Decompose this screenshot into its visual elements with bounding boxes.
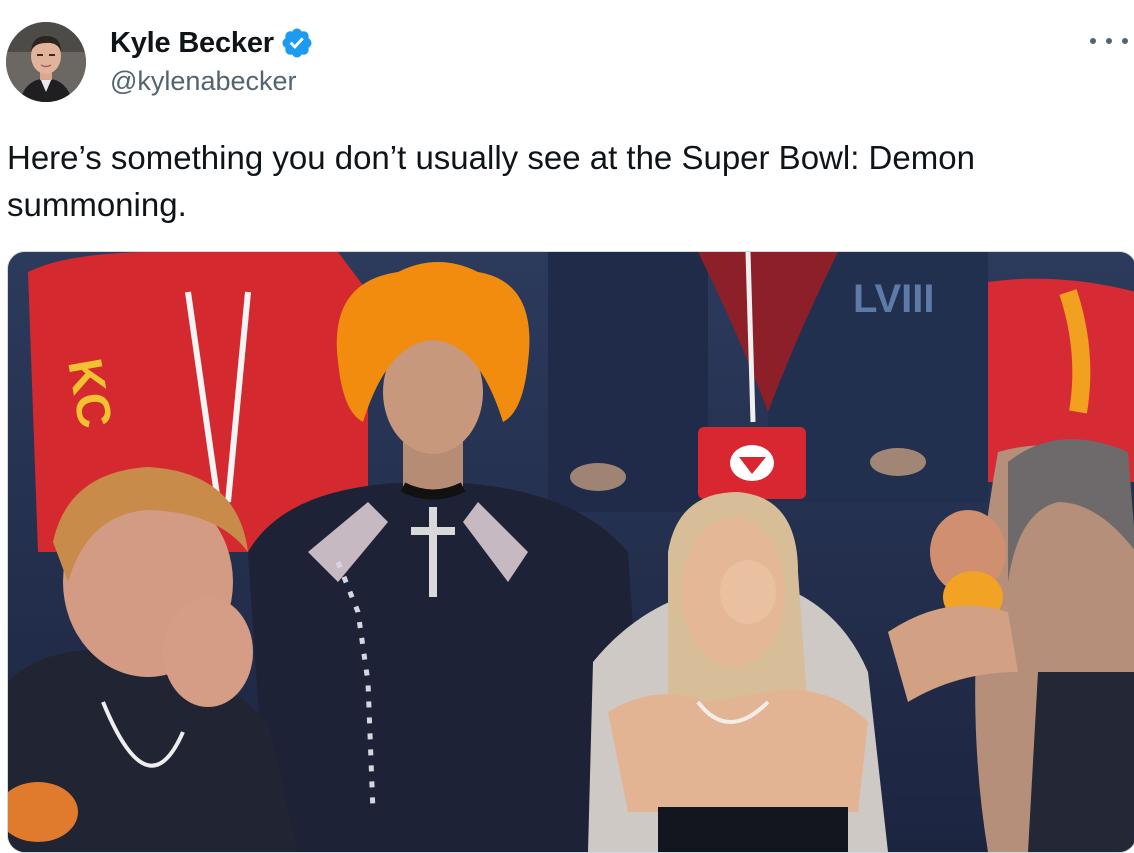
author-name-row: Kyle Becker [110,24,314,62]
more-options-button[interactable] [1090,26,1128,56]
more-horizontal-icon [1122,38,1128,44]
tweet-text: Here’s something you don’t usually see a… [7,139,985,223]
user-avatar-icon [6,22,86,102]
verified-badge-icon[interactable] [280,26,314,60]
more-horizontal-icon [1106,38,1112,44]
author-avatar[interactable] [6,22,86,102]
lviii-text: LVIII [853,277,934,321]
more-horizontal-icon [1090,38,1096,44]
video-still-image: KC LVIII [8,252,1134,852]
author-handle[interactable]: @kylenabecker [110,66,297,97]
tweet-media-video[interactable]: KC LVIII [7,251,1134,853]
author-display-name[interactable]: Kyle Becker [110,27,274,60]
